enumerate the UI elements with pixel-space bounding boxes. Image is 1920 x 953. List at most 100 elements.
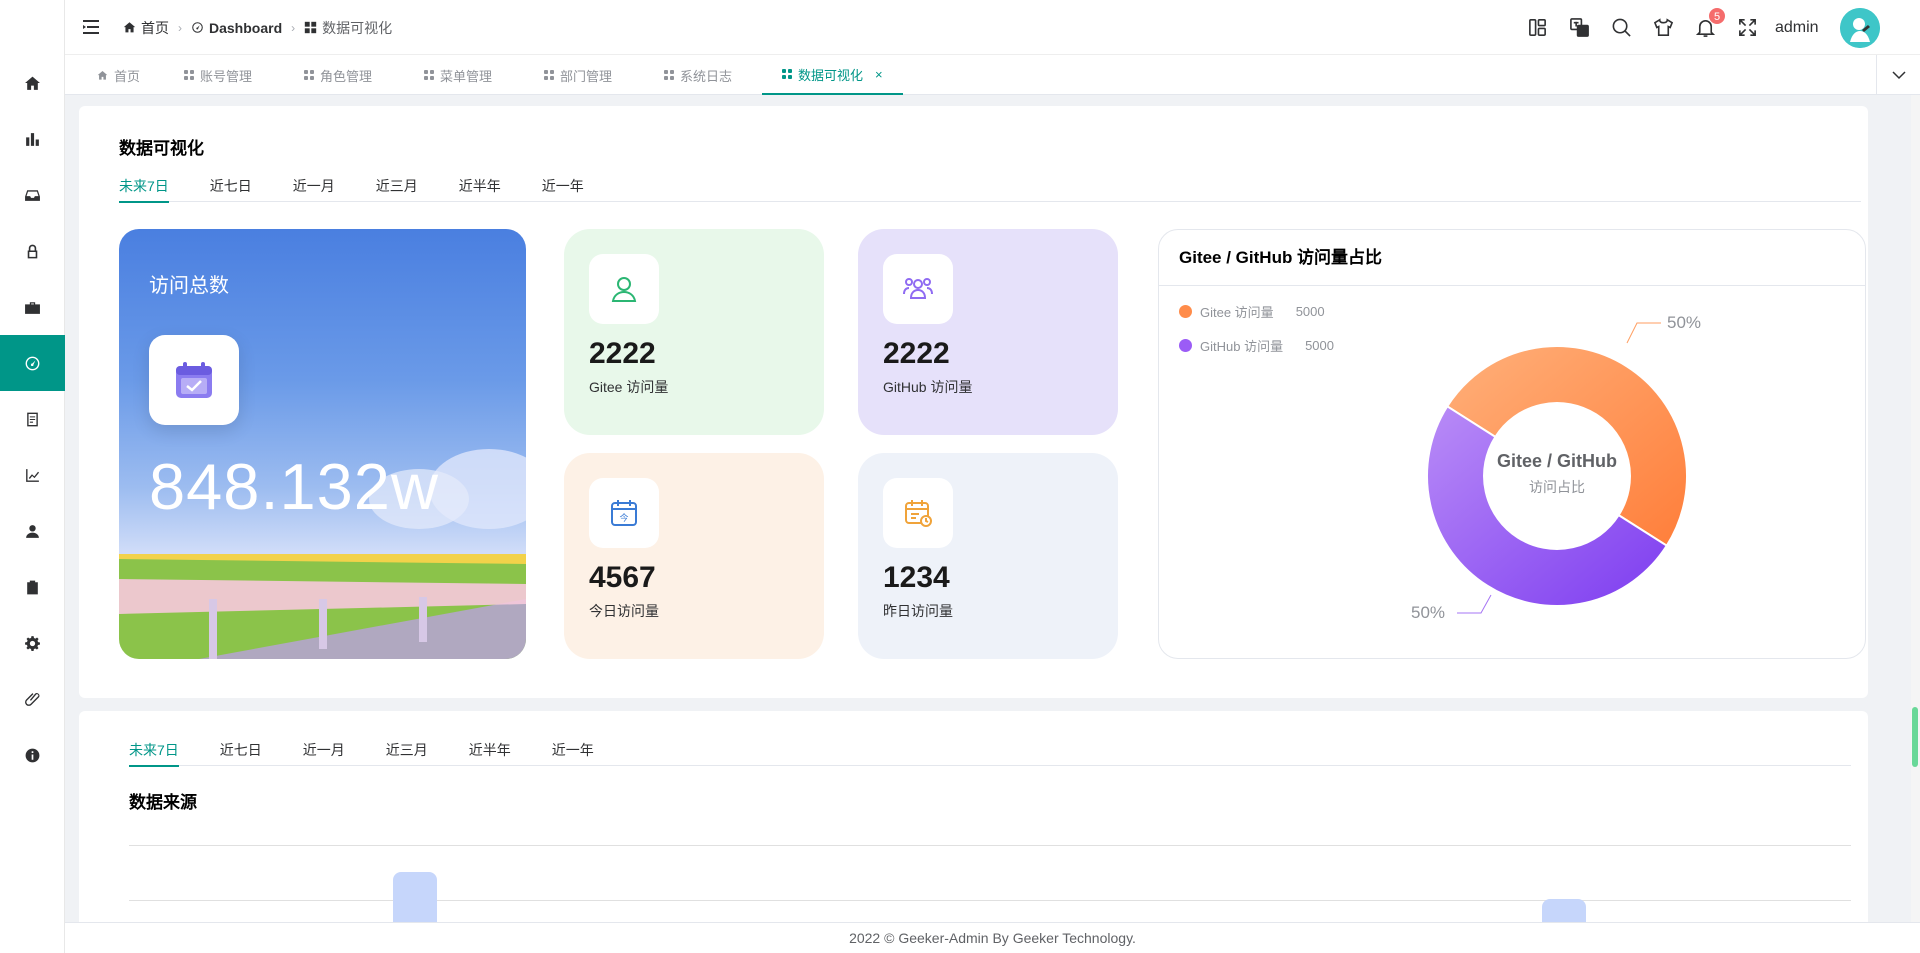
source-time-tabs: 未来7日 近七日 近一月 近三月 近半年 近一年 — [129, 734, 1851, 767]
grid-icon — [304, 70, 314, 80]
time-tab-month[interactable]: 近一月 — [303, 734, 345, 766]
stat-label: 昨日访问量 — [883, 603, 953, 619]
tab-label: 账号管理 — [200, 68, 253, 84]
grid-icon — [424, 70, 434, 80]
grid-line — [129, 845, 1851, 846]
calendar-clock-icon — [883, 478, 953, 548]
stat-card-gitee: 2222 Gitee 访问量 — [564, 229, 824, 435]
calendar-check-icon — [149, 335, 239, 425]
document-icon — [27, 412, 38, 426]
tshirt-icon — [1653, 17, 1673, 36]
time-tab-month[interactable]: 近一月 — [293, 170, 335, 202]
stat-card-github: 2222 GitHub 访问量 — [858, 229, 1118, 435]
trend-chart-icon — [26, 468, 40, 482]
sidebar-item-trend[interactable] — [0, 447, 65, 503]
menu-collapse-icon[interactable] — [81, 16, 103, 38]
search-button[interactable] — [1609, 15, 1633, 39]
grid-icon — [544, 70, 554, 80]
page-title: 数据可视化 — [119, 139, 204, 158]
source-title: 数据来源 — [129, 793, 197, 812]
pie-label-line-gitee — [1626, 322, 1661, 344]
stat-value: 2222 — [883, 337, 950, 370]
username[interactable]: admin — [1775, 0, 1819, 55]
lock-icon — [27, 244, 38, 258]
tab-label: 系统日志 — [680, 68, 733, 84]
sidebar-item-data-visual[interactable] — [0, 335, 65, 391]
scrollbar[interactable] — [1911, 95, 1920, 922]
breadcrumb-label: Dashboard — [209, 19, 283, 36]
tab-syslog[interactable]: 系统日志 — [664, 55, 732, 95]
paperclip-icon — [25, 692, 40, 706]
gear-icon — [25, 635, 40, 651]
grid-line — [129, 900, 1851, 901]
close-icon[interactable]: × — [875, 67, 883, 82]
layout-toggle-button[interactable] — [1525, 15, 1549, 39]
sidebar-item-briefcase[interactable] — [0, 279, 65, 335]
breadcrumb-item-dashboard[interactable]: Dashboard — [191, 20, 282, 36]
breadcrumb-item-home[interactable]: 首页 — [123, 18, 169, 38]
time-tab-halfyear[interactable]: 近半年 — [469, 734, 511, 766]
pie-center-subtitle: 访问占比 — [1529, 479, 1585, 495]
users-group-icon — [883, 254, 953, 324]
avatar[interactable] — [1840, 8, 1880, 48]
data-source-card: 未来7日 近七日 近一月 近三月 近半年 近一年 数据来源 — [79, 711, 1868, 953]
notification-button[interactable]: 5 — [1693, 7, 1726, 39]
time-tab-next7[interactable]: 未来7日 — [119, 170, 169, 203]
sidebar-item-settings[interactable] — [0, 615, 65, 671]
theme-button[interactable] — [1651, 15, 1675, 39]
pie-label-line-github — [1457, 594, 1492, 614]
pie-chart: 50% 50% Gitee / GitHub 访问占比 — [1411, 313, 1701, 622]
footer: 2022 © Geeker-Admin By Geeker Technology… — [65, 922, 1920, 953]
time-tab-next7[interactable]: 未来7日 — [129, 734, 179, 767]
sidebar-item-inbox[interactable] — [0, 167, 65, 223]
fullscreen-icon — [1738, 18, 1756, 36]
tab-department[interactable]: 部门管理 — [544, 55, 612, 95]
notification-badge: 5 — [1708, 7, 1726, 25]
breadcrumb-item-current: 数据可视化 — [304, 18, 392, 38]
scrollbar-thumb[interactable] — [1912, 707, 1918, 767]
fullscreen-button[interactable] — [1735, 15, 1759, 39]
tab-data-visual[interactable]: 数据可视化 × — [762, 55, 903, 95]
sidebar-item-user[interactable] — [0, 503, 65, 559]
avatar-image — [1840, 8, 1880, 48]
sidebar-item-clipboard[interactable] — [0, 559, 65, 615]
breadcrumb: 首页 › Dashboard › 数据可视化 — [123, 0, 392, 55]
sidebar-item-info[interactable] — [0, 727, 65, 783]
data-visual-card: 数据可视化 未来7日 近七日 近一月 近三月 近半年 近一年 访问总数 848.… — [79, 106, 1868, 698]
tab-label: 菜单管理 — [440, 68, 493, 84]
calendar-today-icon: 今 — [589, 478, 659, 548]
time-tab-last7[interactable]: 近七日 — [210, 170, 252, 202]
pie-label-gitee: 50% — [1667, 313, 1701, 332]
layout-icon — [1528, 18, 1546, 36]
time-tab-quarter[interactable]: 近三月 — [386, 734, 428, 766]
sidebar-item-dashboard[interactable] — [0, 111, 65, 167]
sidebar-item-attachment[interactable] — [0, 671, 65, 727]
tab-label: 角色管理 — [320, 68, 373, 84]
tab-role[interactable]: 角色管理 — [304, 55, 372, 95]
total-visits-value: 848.132w — [149, 450, 439, 523]
breadcrumb-label: 首页 — [141, 19, 169, 36]
time-tab-year[interactable]: 近一年 — [552, 734, 594, 766]
time-tab-quarter[interactable]: 近三月 — [376, 170, 418, 202]
chevron-down-icon — [1891, 71, 1906, 80]
sidebar-item-document[interactable] — [0, 391, 65, 447]
user-icon — [589, 254, 659, 324]
dashboard-icon — [192, 22, 203, 33]
pie-center-title: Gitee / GitHub — [1497, 451, 1617, 471]
tab-home[interactable]: 首页 — [97, 55, 140, 95]
sidebar-item-lock[interactable] — [0, 223, 65, 279]
breadcrumb-label: 数据可视化 — [322, 19, 393, 36]
tabs-more-button[interactable] — [1876, 55, 1920, 95]
time-tab-year[interactable]: 近一年 — [542, 170, 584, 202]
grid-icon — [782, 69, 792, 79]
tab-menu[interactable]: 菜单管理 — [424, 55, 492, 95]
home-icon — [25, 76, 40, 90]
search-icon — [1612, 18, 1631, 37]
tab-account[interactable]: 账号管理 — [184, 55, 252, 95]
time-tab-halfyear[interactable]: 近半年 — [459, 170, 501, 202]
time-tab-last7[interactable]: 近七日 — [220, 734, 262, 766]
translate-button[interactable] — [1567, 15, 1591, 39]
translate-icon — [1569, 17, 1589, 37]
sidebar-item-home[interactable] — [0, 55, 65, 111]
stat-card-today: 今 4567 今日访问量 — [564, 453, 824, 659]
